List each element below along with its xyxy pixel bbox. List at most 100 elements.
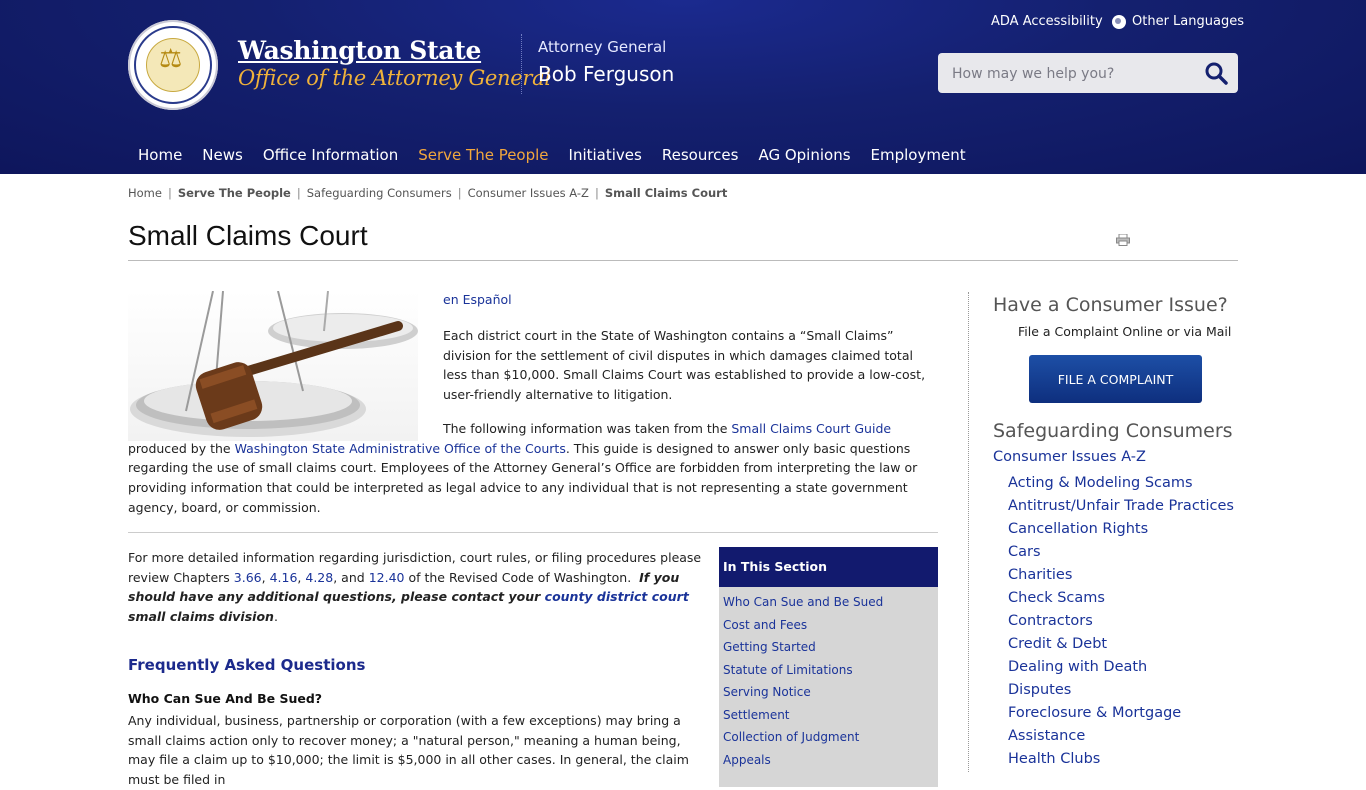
sidebar-issue-list: Acting & Modeling Scams Antitrust/Unfair… xyxy=(1008,472,1234,771)
faq-answer: Any individual, business, partnership or… xyxy=(128,713,689,788)
section-link-appeals[interactable]: Appeals xyxy=(723,753,771,767)
list-item: Contractors xyxy=(1008,610,1234,633)
nav-office-information[interactable]: Office Information xyxy=(253,140,408,170)
brand-subtitle[interactable]: Office of the Attorney General xyxy=(238,66,551,90)
list-item: Serving Notice xyxy=(723,681,938,704)
sidebar-item-antitrust[interactable]: Antitrust/Unfair Trade Practices xyxy=(1008,498,1234,514)
section-link-who-can-sue[interactable]: Who Can Sue and Be Sued xyxy=(723,595,883,609)
nav-initiatives[interactable]: Initiatives xyxy=(559,140,652,170)
attorney-general-seal-logo[interactable]: ⚖ xyxy=(128,20,218,110)
sidebar-item-cancellation-rights[interactable]: Cancellation Rights xyxy=(1008,521,1148,537)
nav-news[interactable]: News xyxy=(192,140,253,170)
sidebar-item-consumer-issues[interactable]: Consumer Issues A-Z xyxy=(993,449,1146,465)
breadcrumb-safeguarding-consumers[interactable]: Safeguarding Consumers xyxy=(307,186,452,200)
page-title: Small Claims Court xyxy=(128,220,368,251)
sidebar-complaint-subheading: File a Complaint Online or via Mail xyxy=(1018,324,1232,339)
nav-home[interactable]: Home xyxy=(128,140,192,170)
sidebar-item-disputes[interactable]: Disputes xyxy=(1008,682,1071,698)
header-divider xyxy=(521,34,522,94)
in-this-section-heading: In This Section xyxy=(719,547,938,587)
main-nav: Home News Office Information Serve The P… xyxy=(128,140,976,170)
sidebar-item-check-scams[interactable]: Check Scams xyxy=(1008,590,1105,606)
print-icon[interactable] xyxy=(1116,234,1130,246)
breadcrumb-current: Small Claims Court xyxy=(604,186,728,200)
ada-accessibility-link[interactable]: ADA Accessibility xyxy=(991,14,1103,29)
sidebar-item-assistance[interactable]: Assistance xyxy=(1008,728,1085,744)
section-link-getting-started[interactable]: Getting Started xyxy=(723,640,816,654)
chapter-link[interactable]: 12.40 xyxy=(369,570,405,585)
sidebar-item-acting-modeling-scams[interactable]: Acting & Modeling Scams xyxy=(1008,475,1193,491)
breadcrumb-home[interactable]: Home xyxy=(128,186,162,200)
guide-paragraph: The following information was taken from… xyxy=(128,419,938,518)
attorney-general-name: Bob Ferguson xyxy=(538,62,675,86)
intro-paragraph: Each district court in the State of Wash… xyxy=(443,328,926,403)
site-header: ⚖ Washington State Office of the Attorne… xyxy=(0,0,1366,174)
sidebar-item-credit-debt[interactable]: Credit & Debt xyxy=(1008,636,1107,652)
section-link-statute-of-limitations[interactable]: Statute of Limitations xyxy=(723,663,853,677)
faq-heading: Frequently Asked Questions xyxy=(128,656,366,674)
list-item: Check Scams xyxy=(1008,587,1234,610)
detailed-info-paragraph: For more detailed information regarding … xyxy=(128,550,702,625)
list-item: Credit & Debt xyxy=(1008,633,1234,656)
search-icon[interactable] xyxy=(1204,61,1228,85)
breadcrumb-serve-the-people[interactable]: Serve The People xyxy=(178,186,291,200)
breadcrumb-separator: | xyxy=(457,186,462,200)
small-claims-guide-link[interactable]: Small Claims Court Guide xyxy=(731,421,891,436)
globe-icon xyxy=(1112,14,1126,29)
chapter-link[interactable]: 4.28 xyxy=(305,570,333,585)
sidebar-item-dealing-with-death[interactable]: Dealing with Death xyxy=(1008,659,1147,675)
list-item: Collection of Judgment xyxy=(723,726,938,749)
in-this-section-list: Who Can Sue and Be Sued Cost and Fees Ge… xyxy=(719,587,938,771)
guide-text-mid: produced by the xyxy=(128,440,235,456)
nav-ag-opinions[interactable]: AG Opinions xyxy=(748,140,860,170)
sidebar-item-foreclosure-mortgage[interactable]: Foreclosure & Mortgage xyxy=(1008,705,1181,721)
other-languages-link[interactable]: Other Languages xyxy=(1112,14,1244,29)
list-item: Assistance xyxy=(1008,725,1234,748)
content-divider xyxy=(128,532,938,533)
list-item: Getting Started xyxy=(723,636,938,659)
search-box xyxy=(938,53,1238,93)
sidebar-item-health-clubs[interactable]: Health Clubs xyxy=(1008,751,1100,767)
guide-text-prefix: The following information was taken from… xyxy=(443,421,732,436)
title-divider xyxy=(128,260,1238,261)
section-link-cost-and-fees[interactable]: Cost and Fees xyxy=(723,618,807,632)
file-complaint-button[interactable]: FILE A COMPLAINT xyxy=(1029,355,1202,403)
list-item: Cars xyxy=(1008,541,1234,564)
sidebar-item-charities[interactable]: Charities xyxy=(1008,567,1072,583)
section-link-collection-of-judgment[interactable]: Collection of Judgment xyxy=(723,730,859,744)
en-espanol-link[interactable]: en Español xyxy=(443,292,512,307)
nav-resources[interactable]: Resources xyxy=(652,140,749,170)
section-link-serving-notice[interactable]: Serving Notice xyxy=(723,685,811,699)
and-text: and xyxy=(341,569,365,585)
county-district-court-link[interactable]: county district court xyxy=(545,589,689,604)
breadcrumb: Home | Serve The People | Safeguarding C… xyxy=(128,186,727,200)
attorney-general-label: Attorney General xyxy=(538,38,667,56)
breadcrumb-consumer-issues[interactable]: Consumer Issues A-Z xyxy=(468,186,589,200)
breadcrumb-separator: | xyxy=(296,186,301,200)
other-languages-label: Other Languages xyxy=(1132,14,1244,29)
section-link-settlement[interactable]: Settlement xyxy=(723,708,790,722)
list-item: Antitrust/Unfair Trade Practices xyxy=(1008,495,1234,518)
breadcrumb-separator: | xyxy=(167,186,172,200)
list-item: Settlement xyxy=(723,704,938,727)
chapter-link[interactable]: 3.66 xyxy=(234,570,262,585)
list-item: Disputes xyxy=(1008,679,1234,702)
contact-text-suffix: small claims division xyxy=(128,609,274,625)
list-item: Cancellation Rights xyxy=(1008,518,1234,541)
faq-question: Who Can Sue And Be Sued? xyxy=(128,691,323,706)
brand-title[interactable]: Washington State xyxy=(238,36,481,65)
scales-of-justice-icon: ⚖ xyxy=(159,44,183,74)
sidebar-item-contractors[interactable]: Contractors xyxy=(1008,613,1093,629)
sidebar-divider xyxy=(968,292,969,772)
rcw-text: of the Revised Code of Washington. xyxy=(404,569,632,585)
nav-employment[interactable]: Employment xyxy=(861,140,976,170)
administrative-office-link[interactable]: Washington State Administrative Office o… xyxy=(235,441,566,456)
nav-serve-the-people[interactable]: Serve The People xyxy=(408,140,558,170)
list-item: Cost and Fees xyxy=(723,614,938,637)
breadcrumb-separator: | xyxy=(594,186,599,200)
list-item: Acting & Modeling Scams xyxy=(1008,472,1234,495)
list-item: Charities xyxy=(1008,564,1234,587)
sidebar-item-cars[interactable]: Cars xyxy=(1008,544,1041,560)
search-input[interactable] xyxy=(950,62,1194,86)
chapter-link[interactable]: 4.16 xyxy=(270,570,298,585)
